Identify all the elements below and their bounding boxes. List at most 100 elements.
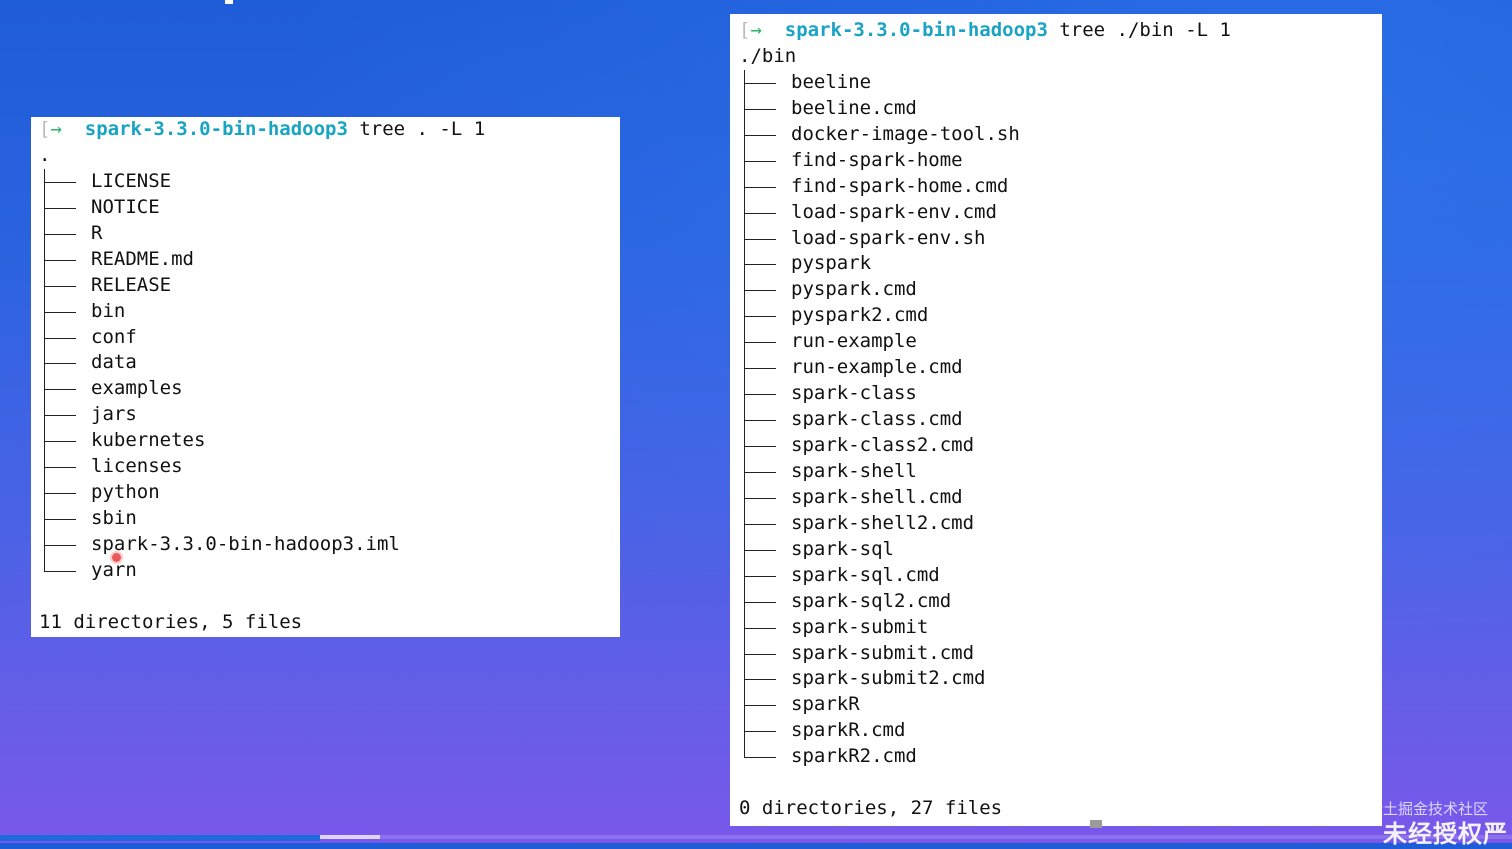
right-terminal-window[interactable]: [→ spark-3.3.0-bin-hadoop3 tree ./bin -L… [730,14,1382,826]
tree-branch-connector [739,458,789,485]
tree-branch-connector [39,532,89,558]
copyright-watermark: 未经授权严 [1383,820,1508,848]
tree-branch-connector [739,173,789,200]
tree-entry: conf [39,324,620,351]
tree-entry-name: examples [91,377,183,400]
tree-branch-connector [739,225,789,252]
tree-branch-connector [739,536,789,563]
tree-branch-connector [739,329,789,356]
tree-entry-name: sbin [91,507,137,530]
tree-branch-connector [739,277,789,304]
tree-entry-name: pyspark2.cmd [791,304,929,327]
prompt-arrow-icon: → [50,118,62,140]
tree-entry: pyspark.cmd [739,277,1382,304]
tree-entry: spark-class2.cmd [739,433,1382,459]
tree-entry: spark-shell [739,458,1382,485]
tree-branch-connector [39,480,89,507]
tree-branch-connector [39,454,89,481]
tree-entry: kubernetes [39,428,620,455]
tree-entry-name: beeline.cmd [791,96,917,119]
tree-entry-name: beeline [791,70,872,93]
tree-root: . [39,143,51,166]
tree-entry-name: spark-submit [791,615,929,638]
tree-entry-name: data [91,351,137,374]
tree-entry: bin [39,298,620,325]
tree-entry-name: pyspark.cmd [791,278,917,301]
tree-entry-name: spark-class2.cmd [791,434,975,456]
tree-entry: yarn [39,557,620,584]
tree-entry-name: conf [91,325,137,348]
terminal-cursor-block [1090,820,1102,828]
tree-entry: spark-sql.cmd [739,562,1382,589]
tree-entry-name: python [91,481,160,504]
right-prompt-line: [→ spark-3.3.0-bin-hadoop3 tree ./bin -L… [739,18,1382,44]
tree-entry-name: docker-image-tool.sh [791,122,1020,145]
tree-branch-connector [739,381,789,408]
tree-entry: spark-sql [739,536,1382,563]
tree-branch-connector [739,562,789,589]
tree-entry-name: spark-shell [791,459,917,482]
tree-branch-connector [739,484,789,511]
tree-entry: licenses [39,454,620,481]
tree-entry-name: pyspark [791,252,872,275]
tree-entry-name: sparkR2.cmd [791,745,917,768]
tree-branch-connector [39,506,89,532]
tree-entry-name: sparkR [791,693,860,716]
tree-entry: spark-class.cmd [739,407,1382,433]
tree-entry-name: LICENSE [91,169,172,192]
tree-entry-name: NOTICE [91,195,160,218]
top-edge-mark [225,0,233,4]
tree-branch-connector [739,588,789,615]
tree-entry-name: spark-sql2.cmd [791,589,952,612]
tree-entry: LICENSE [39,168,620,195]
left-prompt-line: [→ spark-3.3.0-bin-hadoop3 tree . -L 1 [39,117,620,143]
tree-entry: sparkR.cmd [739,718,1382,745]
tree-entry-name: RELEASE [91,273,172,296]
prompt-arrow-icon: → [750,19,762,41]
tree-entry-name: spark-submit.cmd [791,641,975,664]
tree-branch-connector [739,303,789,330]
prompt-bracket: [ [39,118,51,140]
tree-branch-connector [39,168,89,195]
tree-entry: load-spark-env.sh [739,225,1382,252]
tree-entry: jars [39,402,620,429]
prompt-command: tree . -L 1 [359,118,486,140]
tree-entry: spark-shell.cmd [739,484,1382,511]
tree-branch-connector [739,744,789,770]
prompt-command: tree ./bin -L 1 [1059,19,1231,41]
tree-branch-connector [39,428,89,455]
tree-entry-name: find-spark-home [791,148,963,171]
tree-entry: pyspark2.cmd [739,303,1382,330]
tree-entry-list: LICENSE NOTICE R README.md RELEASE bin conf dat… [39,168,620,584]
tree-branch-connector [739,718,789,745]
tree-entry-name: run-example.cmd [791,356,963,379]
tree-entry-list: beeline beeline.cmd docker-image-tool.sh fi… [739,69,1382,770]
tree-entry: spark-submit [739,614,1382,641]
tree-branch-connector [39,298,89,325]
tree-entry: sparkR2.cmd [739,744,1382,770]
tree-entry-name: yarn [91,558,137,581]
tree-entry-name: README.md [91,247,194,270]
tree-branch-connector [739,199,789,226]
tree-branch-connector [739,251,789,278]
prompt-directory: spark-3.3.0-bin-hadoop3 [784,19,1048,41]
tree-entry-name: bin [91,299,126,322]
tree-entry: NOTICE [39,194,620,221]
tree-root: ./bin [739,44,797,67]
tree-entry: README.md [39,246,620,273]
tree-entry-name: spark-sql [791,537,894,560]
tree-entry: pyspark [739,251,1382,278]
tree-branch-connector [739,510,789,537]
video-progress-buffer [320,835,380,839]
tree-entry-name: find-spark-home.cmd [791,174,1009,197]
tree-entry: spark-submit.cmd [739,640,1382,667]
tree-entry: find-spark-home [739,147,1382,174]
tree-entry-name: spark-shell.cmd [791,485,963,508]
tree-entry-name: load-spark-env.cmd [791,200,997,223]
tree-entry-name: spark-sql.cmd [791,563,940,586]
tree-entry: spark-submit2.cmd [739,666,1382,693]
tree-branch-connector [39,557,89,584]
tree-entry-name: spark-3.3.0-bin-hadoop3.iml [91,533,400,555]
